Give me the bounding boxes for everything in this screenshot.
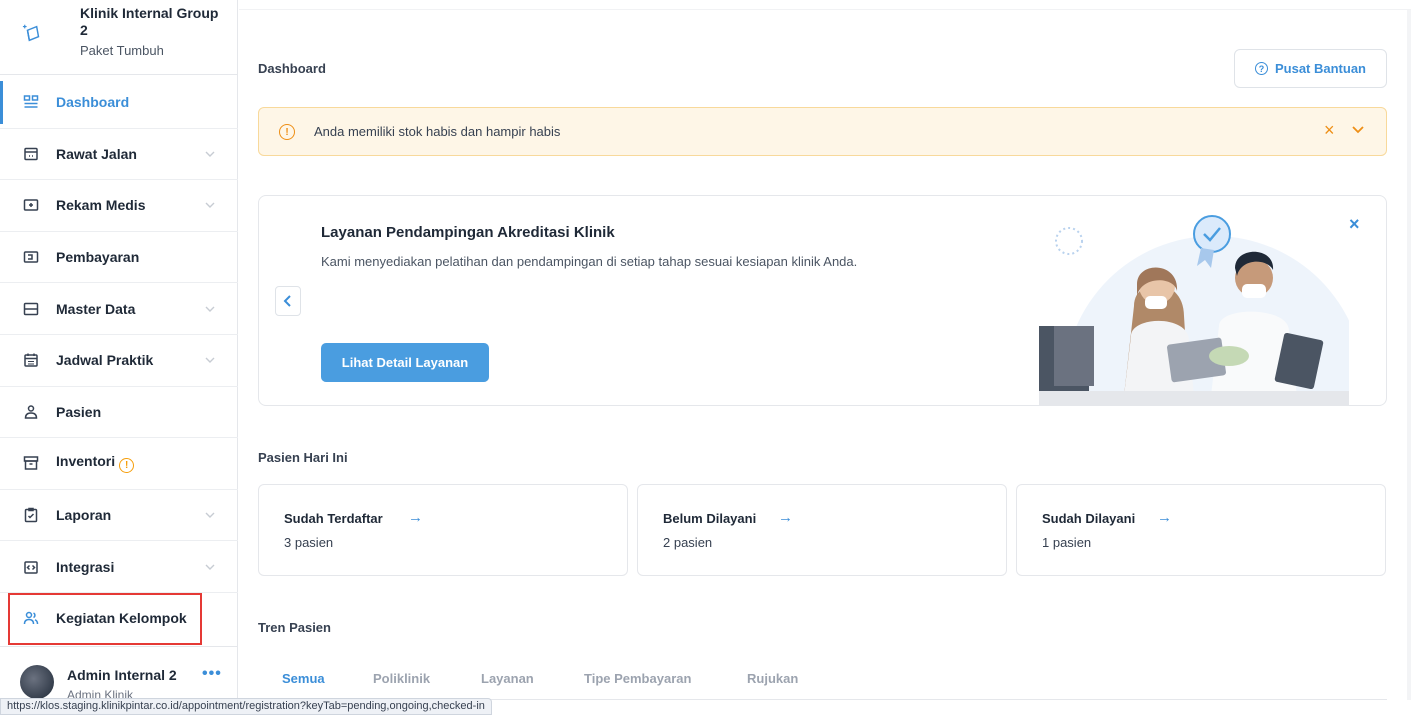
sidebar-item-master-data[interactable]: Master Data bbox=[0, 283, 238, 335]
payment-icon bbox=[23, 251, 39, 263]
sidebar-item-label: Inventori! bbox=[56, 453, 135, 474]
sidebar-item-label: Rawat Jalan bbox=[56, 145, 137, 162]
sidebar-nav: Dashboard Rawat Jalan Rekam Medis Pembay… bbox=[0, 77, 238, 645]
stat-card-value: 2 pasien bbox=[663, 535, 713, 550]
help-center-label: Pusat Bantuan bbox=[1274, 61, 1366, 76]
avatar bbox=[20, 665, 54, 699]
chevron-down-icon bbox=[205, 564, 215, 570]
sidebar-item-pembayaran[interactable]: Pembayaran bbox=[0, 232, 238, 284]
integration-icon bbox=[24, 560, 38, 574]
sidebar-item-pasien[interactable]: Pasien bbox=[0, 387, 238, 439]
group-icon bbox=[23, 611, 39, 625]
sidebar-item-jadwal-praktik[interactable]: Jadwal Praktik bbox=[0, 335, 238, 387]
stock-alert: ! Anda memiliki stok habis dan hampir ha… bbox=[258, 107, 1387, 156]
sidebar-item-label: Kegiatan Kelompok bbox=[56, 610, 187, 627]
warning-icon: ! bbox=[279, 124, 295, 140]
trend-tabs: Semua Poliklinik Layanan Tipe Pembayaran… bbox=[258, 660, 1387, 700]
promo-title: Layanan Pendampingan Akreditasi Klinik bbox=[321, 224, 615, 241]
stat-card-value: 3 pasien bbox=[284, 535, 334, 550]
sidebar-item-inventori[interactable]: Inventori! bbox=[0, 438, 238, 490]
close-icon[interactable]: × bbox=[1324, 120, 1335, 141]
help-circle-icon: ? bbox=[1254, 62, 1268, 75]
org-switcher[interactable]: Klinik Internal Group 2 Paket Tumbuh bbox=[0, 0, 238, 75]
stat-card-not-served[interactable]: Belum Dilayani → 2 pasien bbox=[637, 484, 1007, 576]
sidebar-item-rawat-jalan[interactable]: Rawat Jalan bbox=[0, 129, 238, 181]
stat-card-label: Sudah Dilayani bbox=[1042, 511, 1136, 526]
chevron-down-icon bbox=[205, 512, 215, 519]
database-icon bbox=[23, 302, 39, 315]
stat-card-served[interactable]: Sudah Dilayani → 1 pasien bbox=[1016, 484, 1386, 576]
sidebar-item-label: Dashboard bbox=[56, 94, 130, 111]
warning-icon: ! bbox=[119, 458, 135, 474]
sidebar-item-kegiatan-kelompok[interactable]: Kegiatan Kelompok bbox=[8, 592, 202, 645]
sidebar-item-label-text: Inventori bbox=[56, 453, 116, 470]
stat-card-registered[interactable]: Sudah Terdaftar → 3 pasien bbox=[258, 484, 628, 576]
sidebar-item-label: Pembayaran bbox=[56, 249, 140, 266]
org-name: Klinik Internal Group 2 bbox=[80, 5, 219, 38]
sidebar-item-rekam-medis[interactable]: Rekam Medis bbox=[0, 180, 238, 232]
stat-card-value: 1 pasien bbox=[1042, 535, 1092, 550]
alert-text: Anda memiliki stok habis dan hampir habi… bbox=[314, 124, 561, 139]
main-content: Dashboard ? Pusat Bantuan ! Anda memilik… bbox=[239, 0, 1411, 715]
sidebar: Klinik Internal Group 2 Paket Tumbuh Das… bbox=[0, 0, 238, 715]
view-service-details-button[interactable]: Lihat Detail Layanan bbox=[321, 343, 489, 382]
report-icon bbox=[24, 507, 38, 523]
schedule-icon bbox=[24, 353, 38, 368]
inventory-icon bbox=[23, 456, 39, 471]
tab-semua[interactable]: Semua bbox=[282, 671, 325, 686]
medical-folder-icon bbox=[23, 199, 39, 212]
promo-description: Kami menyediakan pelatihan dan pendampin… bbox=[321, 254, 858, 269]
sidebar-item-label: Laporan bbox=[56, 507, 112, 524]
tab-rujukan[interactable]: Rujukan bbox=[747, 671, 798, 686]
stat-card-label: Sudah Terdaftar bbox=[284, 511, 383, 526]
chevron-down-icon bbox=[205, 151, 215, 157]
arrow-right-icon[interactable]: → bbox=[778, 509, 793, 526]
sidebar-item-label: Master Data bbox=[56, 300, 136, 317]
stat-card-label: Belum Dilayani bbox=[663, 511, 757, 526]
sidebar-item-label: Pasien bbox=[56, 403, 102, 420]
tab-layanan[interactable]: Layanan bbox=[481, 671, 534, 686]
book-sparkle-icon bbox=[22, 24, 40, 42]
sidebar-item-label: Rekam Medis bbox=[56, 197, 146, 214]
chevron-down-icon bbox=[205, 202, 215, 209]
patient-trend-title: Tren Pasien bbox=[258, 620, 331, 635]
sidebar-item-label: Integrasi bbox=[56, 558, 115, 575]
help-center-button[interactable]: ? Pusat Bantuan bbox=[1234, 49, 1387, 88]
patients-today-title: Pasien Hari Ini bbox=[258, 450, 348, 465]
chevron-down-icon[interactable] bbox=[1351, 122, 1365, 136]
chevron-down-icon bbox=[205, 357, 215, 364]
top-divider bbox=[239, 9, 1411, 10]
calendar-clinic-icon bbox=[24, 147, 38, 161]
link-status-bar: https://klos.staging.klinikpintar.co.id/… bbox=[0, 698, 492, 715]
arrow-right-icon[interactable]: → bbox=[1157, 509, 1172, 526]
carousel-prev-button[interactable] bbox=[275, 286, 301, 316]
org-plan: Paket Tumbuh bbox=[80, 43, 164, 58]
chevron-left-icon bbox=[283, 295, 291, 307]
arrow-right-icon[interactable]: → bbox=[408, 509, 423, 526]
chevron-down-icon bbox=[205, 306, 215, 312]
tab-poliklinik[interactable]: Poliklinik bbox=[373, 671, 430, 686]
doctors-illustration bbox=[1039, 215, 1349, 405]
sidebar-item-dashboard[interactable]: Dashboard bbox=[0, 77, 238, 129]
close-icon[interactable]: × bbox=[1349, 214, 1360, 235]
user-name: Admin Internal 2 bbox=[67, 667, 177, 683]
promo-banner: Layanan Pendampingan Akreditasi Klinik K… bbox=[258, 195, 1387, 406]
sidebar-item-label: Jadwal Praktik bbox=[56, 352, 154, 369]
tab-tipe-pembayaran[interactable]: Tipe Pembayaran bbox=[584, 671, 691, 686]
dashboard-icon bbox=[23, 95, 39, 109]
patient-icon bbox=[24, 405, 38, 419]
sidebar-item-integrasi[interactable]: Integrasi bbox=[0, 541, 238, 593]
scrollbar[interactable] bbox=[1407, 10, 1411, 700]
more-options-icon[interactable]: ••• bbox=[202, 665, 222, 683]
page-title: Dashboard bbox=[258, 61, 326, 76]
sidebar-item-laporan[interactable]: Laporan bbox=[0, 490, 238, 542]
